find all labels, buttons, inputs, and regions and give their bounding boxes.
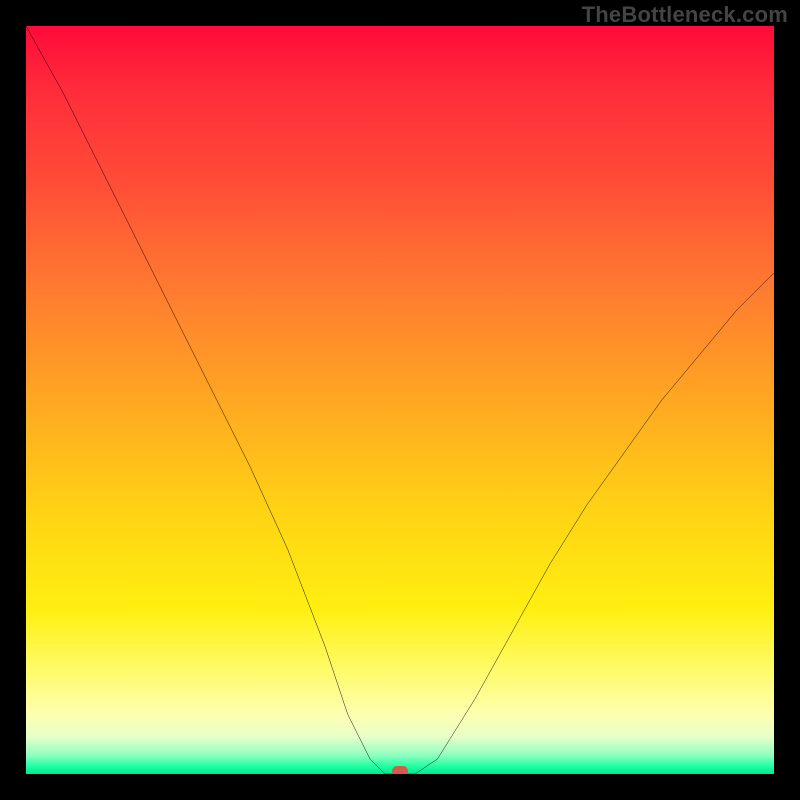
minimum-marker [392,766,408,774]
plot-area [26,26,774,774]
bottleneck-curve [26,26,774,774]
curve-path [26,26,774,774]
chart-container: TheBottleneck.com [0,0,800,800]
watermark-text: TheBottleneck.com [582,2,788,28]
